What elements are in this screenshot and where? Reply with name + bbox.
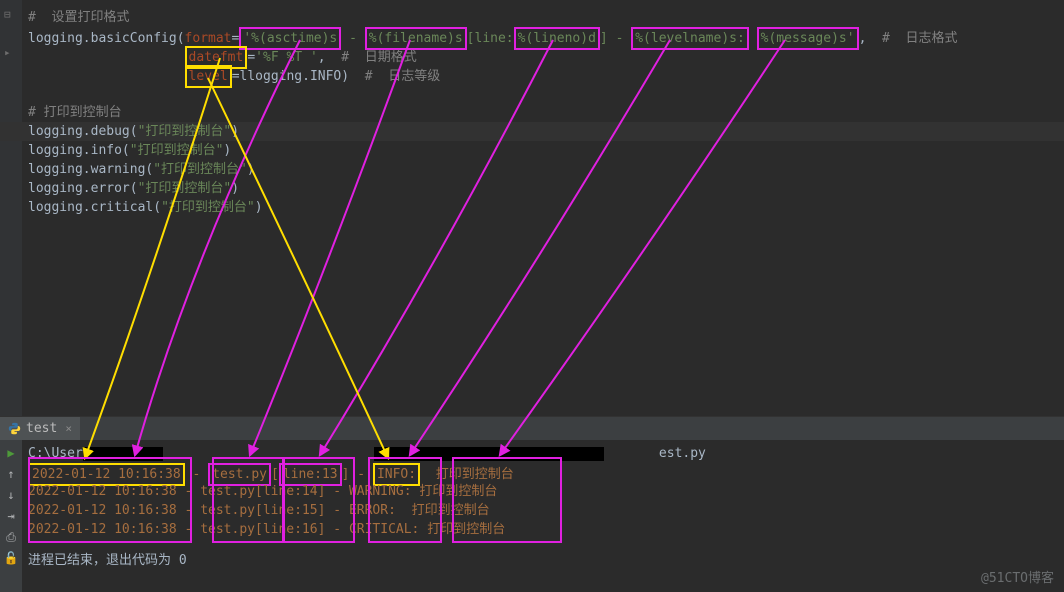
trash-button[interactable]: 🔓 [4, 551, 19, 566]
code-editor[interactable]: ⊟ ▸ # 设置打印格式 logging.basicConfig(format=… [0, 0, 1064, 416]
stop-button[interactable]: ↑ [4, 467, 19, 482]
code-line: logging.info("打印到控制台") [0, 141, 1064, 160]
console-line: 2022-01-12 10:16:38 - test.py[line:14] -… [28, 482, 1064, 501]
scroll-button[interactable]: ⎙ [4, 530, 19, 545]
code-line: level=llogging.INFO) # 日志等级 [0, 65, 1064, 84]
console-output[interactable]: C:\User est.py 2022-01-12 10:16:38 - tes… [0, 440, 1064, 570]
console-panel: ▶ ↑ ↓ ⇥ ⎙ 🔓 C:\User est.py 2022-01-12 10… [0, 440, 1064, 592]
down-button[interactable]: ↓ [4, 488, 19, 503]
run-tab-test[interactable]: test × [0, 417, 80, 440]
tab-label: test [26, 421, 57, 436]
code-line [0, 84, 1064, 103]
code-line: # 设置打印格式 [0, 8, 1064, 27]
run-tab-bar: test × [0, 416, 1064, 440]
code-line: # 打印到控制台 [0, 103, 1064, 122]
console-line: C:\User est.py [28, 444, 1064, 463]
code-line: logging.basicConfig(format='%(asctime)s … [0, 27, 1064, 46]
soft-wrap-button[interactable]: ⇥ [4, 509, 19, 524]
code-line: datefmt='%F %T ', # 日期格式 [0, 46, 1064, 65]
close-icon[interactable]: × [65, 422, 72, 435]
code-line: logging.critical("打印到控制台") [0, 198, 1064, 217]
console-line: 2022-01-12 10:16:38 - test.py[line:16] -… [28, 520, 1064, 539]
console-toolbar: ▶ ↑ ↓ ⇥ ⎙ 🔓 [0, 440, 22, 592]
code-line: logging.warning("打印到控制台") [0, 160, 1064, 179]
console-line [28, 539, 1064, 551]
watermark: @51CTO博客 [981, 567, 1054, 586]
rerun-button[interactable]: ▶ [4, 446, 19, 461]
code-line: logging.debug("打印到控制台") [0, 122, 1064, 141]
python-icon [8, 422, 21, 435]
code-line: logging.error("打印到控制台") [0, 179, 1064, 198]
console-exit-line: 进程已结束，退出代码为 0 [28, 551, 1064, 570]
console-line: 2022-01-12 10:16:38 - test.py[line:15] -… [28, 501, 1064, 520]
console-line: 2022-01-12 10:16:38 - test.py[line:13] -… [28, 463, 1064, 482]
